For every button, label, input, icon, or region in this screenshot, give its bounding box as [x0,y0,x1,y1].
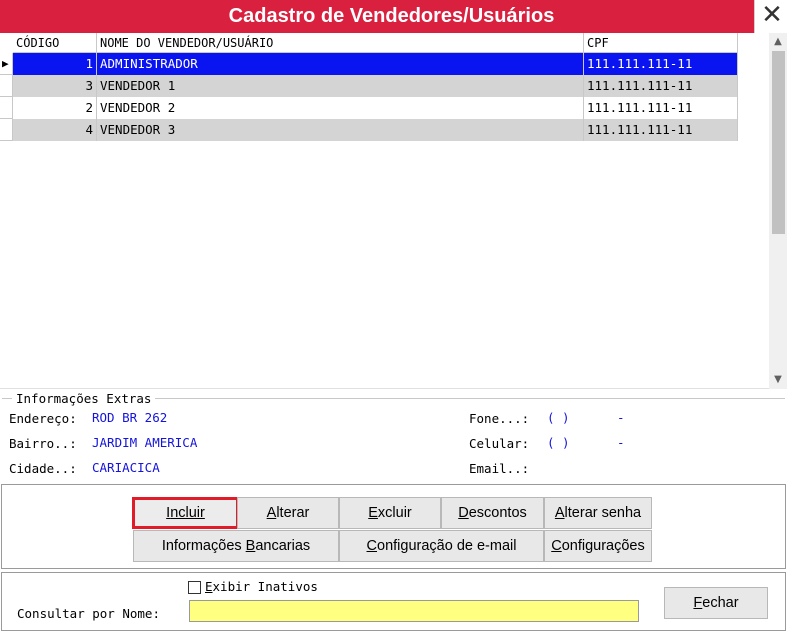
district-label: Bairro..: [9,436,77,451]
table-row[interactable]: 3 VENDEDOR 1 111.111.111-11 [0,75,738,97]
change-password-button-accel: A [554,505,565,521]
bank-info-button[interactable]: Informações Bancarias [133,530,339,562]
city-label: Cidade..: [9,461,77,476]
change-password-button-label: lterar senha [564,505,642,521]
change-password-button[interactable]: Alterar senha [544,497,652,529]
cell-code[interactable]: 3 [13,75,97,97]
show-inactive-text: xibir Inativos [212,579,318,594]
bank-info-button-prefix: Informações [161,538,246,554]
cell-code[interactable]: 2 [13,97,97,119]
table-row[interactable]: 4 VENDEDOR 3 111.111.111-11 [0,119,738,141]
row-indicator [0,119,13,141]
extra-info-group: Informações Extras Endereço: ROD BR 262 … [0,389,787,481]
email-config-button-accel: C [366,538,378,554]
bank-info-button-accel: B [245,538,256,554]
city-value: CARIACICA [92,460,160,475]
column-header-cpf[interactable]: CPF [584,33,738,53]
email-label: Email..: [469,461,530,476]
settings-button-accel: C [551,538,562,554]
discounts-button-label: escontos [468,505,527,521]
cell-name[interactable]: VENDEDOR 3 [97,119,584,141]
scroll-up-icon[interactable]: ▲ [769,34,787,50]
scrollbar-thumb[interactable] [772,51,785,234]
close-icon[interactable]: ✕ [754,0,789,33]
table-row[interactable]: 2 VENDEDOR 2 111.111.111-11 [0,97,738,119]
edit-button-label: lterar [276,505,310,521]
address-value: ROD BR 262 [92,410,168,425]
mobile-area-code: ( ) [547,435,570,450]
discounts-button[interactable]: Descontos [441,497,544,529]
title-bar: Cadastro de Vendedores/Usuários ✕ [0,0,789,33]
include-button[interactable]: Incluir [132,497,239,529]
extra-info-legend: Informações Extras [12,391,156,406]
table-row[interactable]: ▶ 1 ADMINISTRADOR 111.111.111-11 [0,53,738,75]
cell-name[interactable]: ADMINISTRADOR [97,53,584,75]
column-header-code[interactable]: CÓDIGO [13,33,97,53]
current-row-indicator-icon: ▶ [0,53,13,75]
search-by-name-input[interactable] [189,600,639,622]
close-button-label: echar [702,595,739,611]
phone-label: Fone...: [469,411,530,426]
grid-header: CÓDIGO NOME DO VENDEDOR/USUÁRIO CPF [13,33,738,53]
show-inactive-checkbox[interactable] [188,581,201,594]
scroll-down-icon[interactable]: ▼ [769,372,787,388]
window-title: Cadastro de Vendedores/Usuários [228,5,555,27]
close-button[interactable]: Fechar [664,587,768,619]
cell-cpf[interactable]: 111.111.111-11 [584,75,738,97]
edit-button[interactable]: Alterar [237,497,339,529]
show-inactive-accel: E [205,579,213,594]
mobile-separator: - [617,435,625,450]
cell-cpf[interactable]: 111.111.111-11 [584,119,738,141]
address-label: Endereço: [9,411,77,426]
phone-separator: - [617,410,625,425]
cell-cpf[interactable]: 111.111.111-11 [584,53,738,75]
users-grid[interactable]: CÓDIGO NOME DO VENDEDOR/USUÁRIO CPF ▶ 1 … [0,33,787,389]
grid-vertical-scrollbar[interactable]: ▲ ▼ [769,33,787,389]
settings-button-label: onfigurações [561,538,645,554]
cell-name[interactable]: VENDEDOR 2 [97,97,584,119]
discounts-button-accel: D [458,505,469,521]
mobile-label: Celular: [469,436,530,451]
row-indicator [0,97,13,119]
cell-cpf[interactable]: 111.111.111-11 [584,97,738,119]
email-config-button-label: onfiguração de e-mail [377,538,517,554]
include-button-label: ncluir [170,505,205,521]
cell-name[interactable]: VENDEDOR 1 [97,75,584,97]
edit-button-accel: A [266,505,277,521]
delete-button-accel: E [368,505,378,521]
settings-button[interactable]: Configurações [544,530,652,562]
email-config-button[interactable]: Configuração de e-mail [339,530,544,562]
row-indicator [0,75,13,97]
phone-area-code: ( ) [547,410,570,425]
column-header-name[interactable]: NOME DO VENDEDOR/USUÁRIO [97,33,584,53]
delete-button-label: xcluir [377,505,412,521]
show-inactive-label[interactable]: Exibir Inativos [205,579,318,594]
delete-button[interactable]: Excluir [339,497,441,529]
close-button-accel: F [693,595,703,611]
cell-code[interactable]: 1 [13,53,97,75]
district-value: JARDIM AMERICA [92,435,198,450]
search-by-name-label: Consultar por Nome: [17,606,160,621]
bank-info-button-label: ancarias [255,538,311,554]
cell-code[interactable]: 4 [13,119,97,141]
